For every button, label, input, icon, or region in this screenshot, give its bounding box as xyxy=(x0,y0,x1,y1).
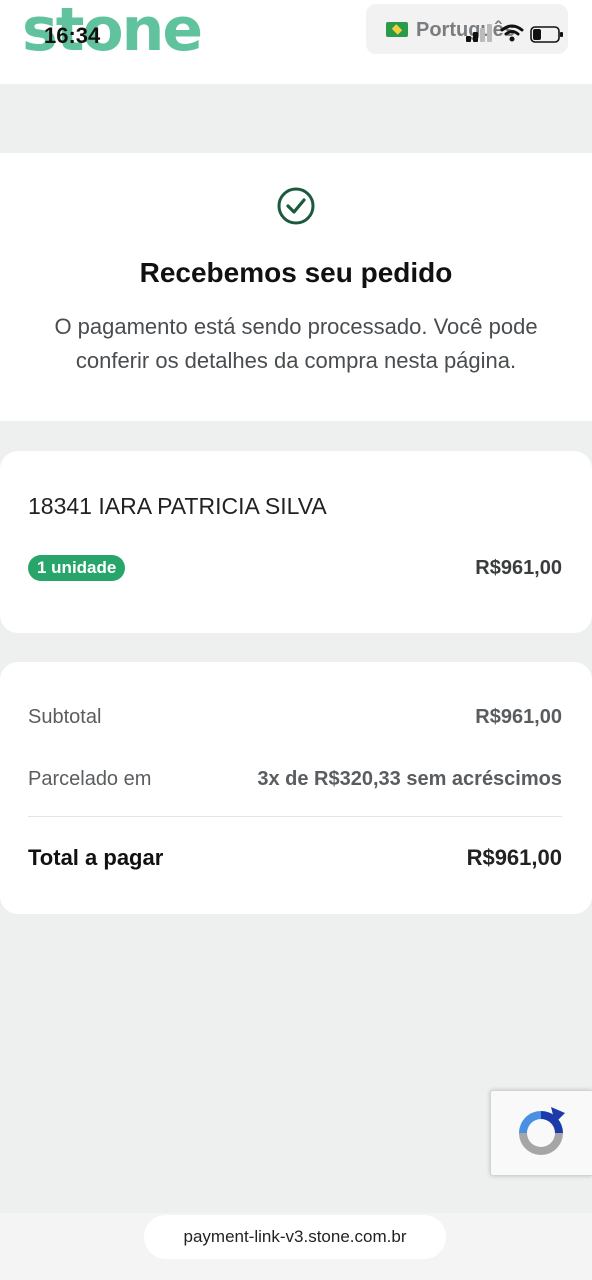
header: stone 16:34 Português xyxy=(0,0,592,84)
wifi-icon xyxy=(500,24,524,42)
order-item-card xyxy=(0,451,592,633)
summary-divider xyxy=(28,816,562,817)
status-bar-time: 16:34 xyxy=(44,23,101,48)
brazil-flag-icon xyxy=(386,22,408,37)
total-label: Total a pagar xyxy=(28,845,164,870)
subtotal-label: Subtotal xyxy=(28,706,102,728)
address-bar[interactable]: payment-link-v3.stone.com.br xyxy=(144,1215,446,1259)
recaptcha-icon xyxy=(519,1107,565,1155)
subtotal-value: R$961,00 xyxy=(475,706,562,728)
cellular-signal-icon xyxy=(466,24,492,42)
confirmation-title: Recebemos seu pedido xyxy=(139,257,453,288)
battery-icon xyxy=(530,26,563,43)
product-name: 18341 IARA PATRICIA SILVA xyxy=(28,493,327,519)
installments-value: 3x de R$320,33 sem acréscimos xyxy=(257,768,562,790)
confirmation-message: O pagamento está sendo processado. Você … xyxy=(54,314,538,373)
recaptcha-badge[interactable] xyxy=(490,1090,592,1176)
total-value: R$961,00 xyxy=(466,845,562,870)
check-circle-icon xyxy=(277,187,315,225)
installments-label: Parcelado em xyxy=(28,768,152,790)
quantity-badge: 1 unidade xyxy=(28,555,126,581)
product-price: R$961,00 xyxy=(475,557,562,579)
